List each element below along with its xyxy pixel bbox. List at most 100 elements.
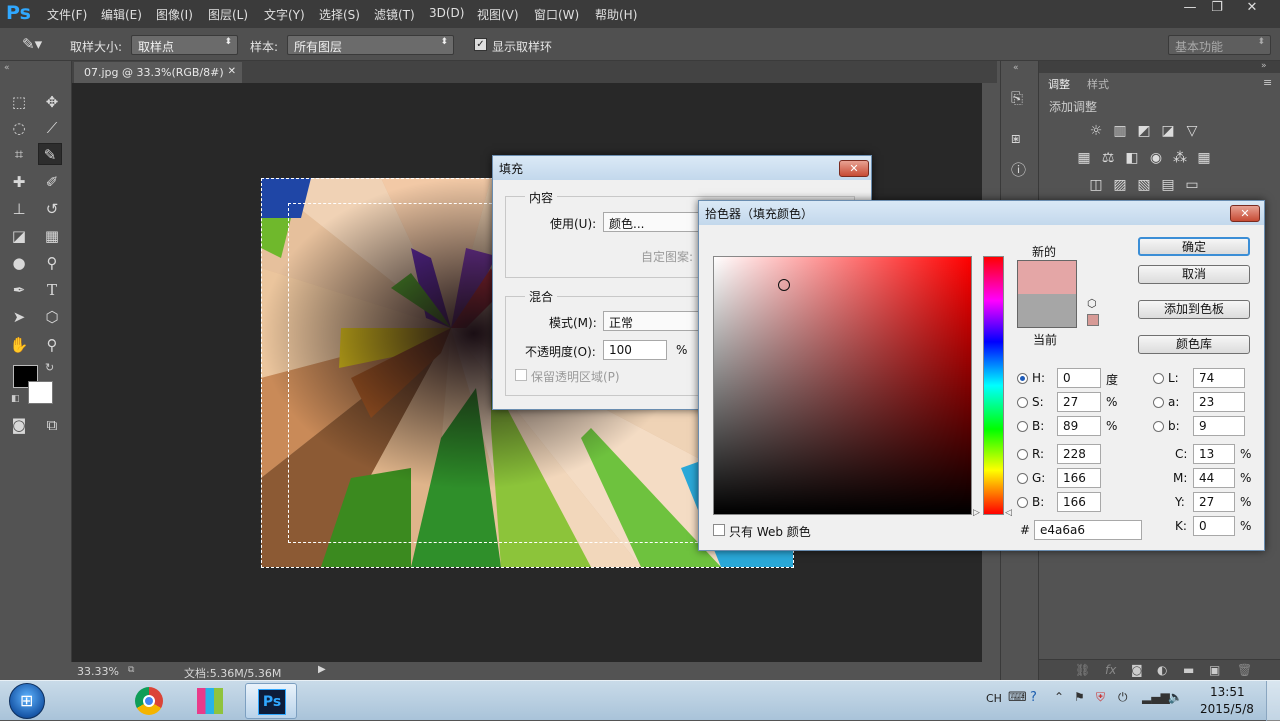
threshold-icon[interactable]: ▧ xyxy=(1135,177,1153,193)
mask-icon[interactable]: ◙ xyxy=(1131,663,1143,677)
red-radio[interactable] xyxy=(1017,449,1028,460)
screen-mode-icon[interactable]: ⧉ xyxy=(40,414,64,436)
menu-image[interactable]: 图像(I) xyxy=(156,6,193,23)
black-white-icon[interactable]: ◧ xyxy=(1123,150,1141,166)
blur-tool-icon[interactable]: ● xyxy=(7,252,31,274)
tab-adjustments[interactable]: 调整 xyxy=(1048,76,1070,92)
tray-expand-icon[interactable]: ⌃ xyxy=(1054,690,1064,704)
folder-icon[interactable]: ▬ xyxy=(1183,663,1194,677)
volume-icon[interactable]: 🔈 xyxy=(1168,690,1183,704)
brush-tool-icon[interactable]: ✐ xyxy=(40,171,64,193)
fx-icon[interactable]: fx xyxy=(1105,663,1116,677)
selective-color-icon[interactable]: ▭ xyxy=(1183,177,1201,193)
tab-styles[interactable]: 样式 xyxy=(1087,76,1109,92)
crop-tool-icon[interactable]: ⌗ xyxy=(7,143,31,165)
trash-icon[interactable]: 🗑 xyxy=(1237,663,1252,677)
ok-button[interactable]: 确定 xyxy=(1138,237,1250,256)
menu-layer[interactable]: 图层(L) xyxy=(208,6,248,23)
blue-radio[interactable] xyxy=(1017,497,1028,508)
link-icon[interactable]: ⛓ xyxy=(1075,663,1090,677)
zoom-tool-icon[interactable]: ⚲ xyxy=(40,334,64,356)
chrome-taskbar-button[interactable] xyxy=(123,683,175,719)
help-icon[interactable]: ? xyxy=(1030,690,1037,705)
show-desktop-button[interactable] xyxy=(1266,681,1280,721)
out-of-gamut-cube-icon[interactable]: ⬡ xyxy=(1087,297,1097,310)
marquee-tool-icon[interactable]: ⬚ xyxy=(7,91,31,113)
saturation-input[interactable]: 27 xyxy=(1057,392,1101,412)
brightness-icon[interactable]: ☼ xyxy=(1087,123,1105,139)
yellow-input[interactable]: 27 xyxy=(1193,492,1235,512)
red-input[interactable]: 228 xyxy=(1057,444,1101,464)
posterize-icon[interactable]: ▨ xyxy=(1111,177,1129,193)
language-indicator[interactable]: CH xyxy=(986,692,1002,705)
expand-icon[interactable]: « xyxy=(1013,63,1019,73)
color-picker-titlebar[interactable]: 拾色器（填充颜色） xyxy=(699,201,1264,225)
status-menu-arrow-icon[interactable]: ▶ xyxy=(318,664,326,675)
notification-flag-icon[interactable]: ⚑ xyxy=(1074,690,1085,704)
hue-slider-left-arrow-icon[interactable]: ▷ xyxy=(973,508,980,518)
curves-icon[interactable]: ◩ xyxy=(1135,123,1153,139)
adjustment-layer-icon[interactable]: ◐ xyxy=(1157,663,1167,677)
eyedropper-tool-icon[interactable]: ✎ xyxy=(38,143,62,165)
healing-brush-tool-icon[interactable]: ✚ xyxy=(7,171,31,193)
saturation-radio[interactable] xyxy=(1017,397,1028,408)
eyedropper-preset-icon[interactable]: ✎▾ xyxy=(22,35,48,55)
web-colors-only-checkbox[interactable] xyxy=(713,524,725,536)
hue-input[interactable]: 0 xyxy=(1057,368,1101,388)
photo-filter-icon[interactable]: ◉ xyxy=(1147,150,1165,166)
hue-slider[interactable] xyxy=(983,256,1004,515)
close-window-button[interactable]: ✕ xyxy=(1237,0,1267,18)
quick-mask-icon[interactable]: ◙ xyxy=(7,414,31,436)
channel-mixer-icon[interactable]: ⁂ xyxy=(1171,150,1189,166)
menu-edit[interactable]: 编辑(E) xyxy=(101,6,142,23)
sample-select[interactable]: 所有图层 ⬍ xyxy=(287,35,454,55)
cyan-input[interactable]: 13 xyxy=(1193,444,1235,464)
lab-a-radio[interactable] xyxy=(1153,397,1164,408)
pen-tool-icon[interactable]: ✒ xyxy=(7,279,31,301)
vibrance-icon[interactable]: ▽ xyxy=(1183,123,1201,139)
lasso-tool-icon[interactable]: ◌ xyxy=(7,117,31,139)
collapse-icon[interactable]: » xyxy=(1261,61,1267,71)
color-balance-icon[interactable]: ⚖ xyxy=(1099,150,1117,166)
clock-time[interactable]: 13:51 xyxy=(1210,685,1245,699)
preserve-transparency-checkbox[interactable] xyxy=(515,369,527,381)
fill-dialog-titlebar[interactable]: 填充 xyxy=(493,156,871,180)
close-color-picker-button[interactable]: ✕ xyxy=(1230,205,1260,222)
menu-filter[interactable]: 滤镜(T) xyxy=(374,6,415,23)
lab-l-input[interactable]: 74 xyxy=(1193,368,1245,388)
green-input[interactable]: 166 xyxy=(1057,468,1101,488)
current-color-swatch[interactable] xyxy=(1018,294,1076,327)
panel-menu-icon[interactable]: ≡ xyxy=(1263,76,1272,89)
metro-app-taskbar-button[interactable] xyxy=(184,683,236,719)
cancel-button[interactable]: 取消 xyxy=(1138,265,1250,284)
new-layer-icon[interactable]: ▣ xyxy=(1209,663,1220,677)
color-field[interactable] xyxy=(713,256,972,515)
close-icon[interactable]: ✕ xyxy=(228,66,236,77)
keyboard-icon[interactable]: ⌨ xyxy=(1008,690,1027,705)
menu-help[interactable]: 帮助(H) xyxy=(595,6,637,23)
opacity-input[interactable]: 100 xyxy=(603,340,667,360)
workspace-select[interactable]: 基本功能 ⬍ xyxy=(1168,35,1271,55)
hue-slider-right-arrow-icon[interactable]: ◁ xyxy=(1005,508,1012,518)
swap-colors-icon[interactable]: ↻ xyxy=(45,361,54,374)
dodge-tool-icon[interactable]: ⚲ xyxy=(40,252,64,274)
clock-date[interactable]: 2015/5/8 xyxy=(1200,702,1254,716)
gradient-tool-icon[interactable]: ▦ xyxy=(40,225,64,247)
color-libraries-button[interactable]: 颜色库 xyxy=(1138,335,1250,354)
add-to-swatches-button[interactable]: 添加到色板 xyxy=(1138,300,1250,319)
web-safe-color-swatch[interactable] xyxy=(1087,314,1099,326)
start-button[interactable]: ⊞ xyxy=(9,683,45,719)
menu-select[interactable]: 选择(S) xyxy=(319,6,360,23)
default-colors-icon[interactable]: ◧ xyxy=(11,394,20,404)
network-signal-icon[interactable]: ▂▄▆ xyxy=(1142,690,1170,704)
invert-icon[interactable]: ◫ xyxy=(1087,177,1105,193)
green-radio[interactable] xyxy=(1017,473,1028,484)
magenta-input[interactable]: 44 xyxy=(1193,468,1235,488)
hex-input[interactable]: e4a6a6 xyxy=(1034,520,1142,540)
black-input[interactable]: 0 xyxy=(1193,516,1235,536)
security-icon[interactable]: ⛨ xyxy=(1096,690,1105,705)
gradient-map-icon[interactable]: ▤ xyxy=(1159,177,1177,193)
show-ring-checkbox[interactable]: ✓ xyxy=(474,38,487,51)
menu-type[interactable]: 文字(Y) xyxy=(264,6,305,23)
sample-size-select[interactable]: 取样点 ⬍ xyxy=(131,35,238,55)
